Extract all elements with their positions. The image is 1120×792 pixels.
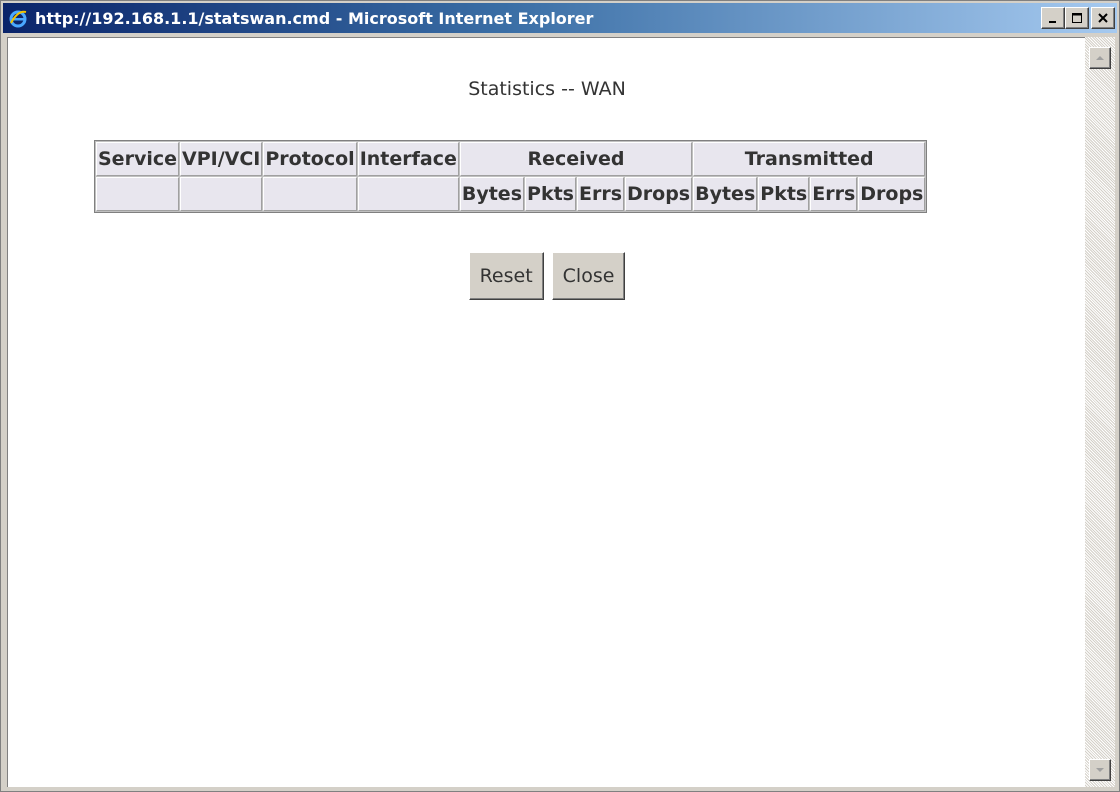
scroll-down-arrow-icon (1096, 768, 1104, 772)
minimize-icon (1049, 21, 1056, 23)
scroll-up-button[interactable] (1089, 47, 1111, 69)
subheader-received-errs: Errs (576, 177, 624, 211)
scroll-down-button[interactable] (1089, 759, 1111, 781)
table-subheader-row: Bytes Pkts Errs Drops Bytes Pkts Errs Dr… (96, 177, 926, 211)
empty-cell (357, 177, 459, 211)
window-title: http://192.168.1.1/statswan.cmd - Micros… (35, 8, 594, 28)
title-bar[interactable]: http://192.168.1.1/statswan.cmd - Micros… (3, 3, 1117, 33)
close-icon (1098, 13, 1108, 23)
close-button[interactable]: Close (551, 252, 626, 300)
maximize-icon (1072, 13, 1082, 23)
header-received: Received (459, 142, 693, 176)
browser-window: http://192.168.1.1/statswan.cmd - Micros… (0, 0, 1120, 792)
page-title: Statistics -- WAN (468, 78, 626, 100)
subheader-transmitted-bytes: Bytes (693, 177, 758, 211)
empty-cell (263, 177, 357, 211)
header-interface: Interface (357, 142, 459, 176)
header-transmitted: Transmitted (693, 142, 926, 176)
wan-statistics-table: Service VPI/VCI Protocol Interface Recei… (94, 140, 928, 213)
subheader-transmitted-errs: Errs (810, 177, 858, 211)
page-content: Statistics -- WAN Service VPI/VCI Protoc… (7, 37, 1085, 787)
header-protocol: Protocol (263, 142, 357, 176)
maximize-button[interactable] (1065, 7, 1089, 29)
close-window-button[interactable] (1091, 7, 1115, 29)
scroll-up-arrow-icon (1096, 56, 1104, 60)
minimize-button[interactable] (1041, 7, 1065, 29)
action-buttons: Reset Close (8, 252, 1086, 300)
subheader-received-pkts: Pkts (525, 177, 576, 211)
window-controls (1041, 7, 1115, 29)
subheader-transmitted-pkts: Pkts (758, 177, 810, 211)
subheader-received-drops: Drops (625, 177, 693, 211)
internet-explorer-icon[interactable] (7, 7, 29, 29)
subheader-transmitted-drops: Drops (858, 177, 926, 211)
reset-button[interactable]: Reset (468, 252, 544, 300)
vertical-scrollbar[interactable] (1085, 37, 1115, 787)
header-service: Service (96, 142, 179, 176)
empty-cell (96, 177, 179, 211)
empty-cell (180, 177, 263, 211)
header-vpi-vci: VPI/VCI (180, 142, 263, 176)
table-header-row: Service VPI/VCI Protocol Interface Recei… (96, 142, 926, 176)
subheader-received-bytes: Bytes (459, 177, 525, 211)
